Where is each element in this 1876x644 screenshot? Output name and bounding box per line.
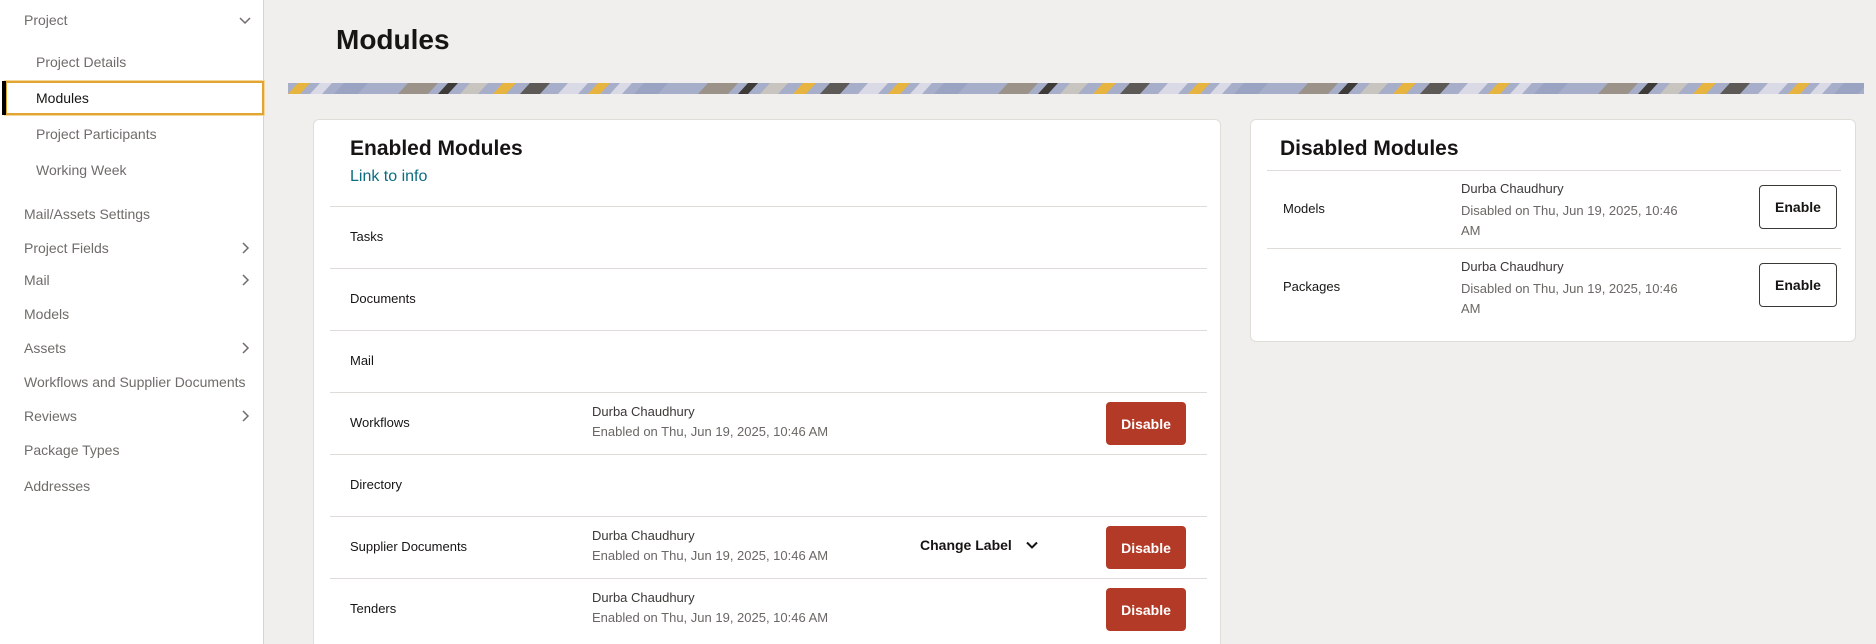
module-name: Directory [350,477,403,492]
page-title: Modules [336,24,450,55]
module-row-documents: Documents [330,268,1207,330]
sidebar-item-label: Project Details [36,54,127,70]
chevron-right-icon [242,274,250,286]
disable-button[interactable]: Disable [1106,402,1186,445]
sidebar-item-project-participants[interactable]: Project Participants [0,120,263,148]
module-row-workflows: Workflows Durba Chaudhury Enabled on Thu… [330,392,1207,454]
module-name: Tenders [350,601,397,616]
sidebar-item-label: Models [24,306,70,322]
sidebar-item-project[interactable]: Project [0,6,263,34]
sidebar-item-working-week[interactable]: Working Week [0,156,263,184]
sidebar-item-project-fields[interactable]: Project Fields [0,234,263,262]
sidebar-item-project-details[interactable]: Project Details [0,48,263,76]
change-label-text: Change Label [920,537,1012,553]
sidebar-item-label: Reviews [24,408,77,424]
module-name: Models [1283,201,1325,216]
module-row-packages: Packages Durba Chaudhury Disabled on Thu… [1267,248,1841,326]
disable-button[interactable]: Disable [1106,588,1186,631]
sidebar-item-label: Working Week [36,162,127,178]
disabled-modules-card: Disabled Modules Models Durba Chaudhury … [1250,119,1856,342]
sidebar-item-package-types[interactable]: Package Types [0,436,263,464]
module-row-models: Models Durba Chaudhury Disabled on Thu, … [1267,170,1841,248]
disabled-by: Durba Chaudhury [1461,259,1564,274]
link-to-info[interactable]: Link to info [350,168,427,186]
module-name: Supplier Documents [350,539,468,554]
enabled-by: Durba Chaudhury [592,404,695,419]
chevron-down-icon [239,17,251,25]
disabled-on: Disabled on Thu, Jun 19, 2025, 10:46 AM [1461,203,1678,238]
enable-button[interactable]: Enable [1759,185,1837,229]
disabled-by: Durba Chaudhury [1461,181,1564,196]
sidebar-item-label: Package Types [24,442,120,458]
sidebar-item-mail[interactable]: Mail [0,266,263,294]
module-name: Packages [1283,279,1341,294]
sidebar-item-label: Modules [36,90,89,106]
module-name: Mail [350,353,374,368]
sidebar-item-label: Mail [24,272,50,288]
sidebar-item-models[interactable]: Models [0,300,263,328]
sidebar-item-label: Project Participants [36,126,157,142]
disabled-modules-title: Disabled Modules [1280,137,1459,160]
sidebar-item-workflows-supplier-documents[interactable]: Workflows and Supplier Documents [0,368,263,396]
enabled-by: Durba Chaudhury [592,590,695,605]
enabled-on: Enabled on Thu, Jun 19, 2025, 10:46 AM [592,610,829,625]
change-label-menu[interactable]: Change Label [920,537,1040,553]
sidebar-item-label: Workflows and Supplier Documents [24,374,246,390]
module-name: Workflows [350,415,410,430]
sidebar-item-label: Addresses [24,478,91,494]
module-row-tasks: Tasks [330,206,1207,268]
module-row-mail: Mail [330,330,1207,392]
enabled-modules-card: Enabled Modules Link to info Tasks Docum… [313,119,1221,644]
disable-button[interactable]: Disable [1106,526,1186,569]
sidebar-item-label: Project Fields [24,240,109,256]
sidebar-item-label: Project [24,12,68,28]
sidebar-item-addresses[interactable]: Addresses [0,472,263,500]
module-row-directory: Directory [330,454,1207,516]
sidebar-item-label: Mail/Assets Settings [24,206,151,222]
sidebar: Project Project Details Modules Project … [0,0,264,644]
sidebar-item-assets[interactable]: Assets [0,334,263,362]
chevron-right-icon [242,242,250,254]
module-name: Documents [350,291,416,306]
enable-button[interactable]: Enable [1759,263,1837,307]
sidebar-item-label: Assets [24,340,67,356]
sidebar-item-modules[interactable]: Modules [2,81,264,115]
enabled-on: Enabled on Thu, Jun 19, 2025, 10:46 AM [592,424,829,439]
chevron-right-icon [242,342,250,354]
chevron-right-icon [242,410,250,422]
sidebar-item-reviews[interactable]: Reviews [0,402,263,430]
enabled-modules-title: Enabled Modules [350,137,523,160]
decorative-banner [288,83,1864,94]
module-row-supplier-documents: Supplier Documents Durba Chaudhury Enabl… [330,516,1207,578]
disabled-on: Disabled on Thu, Jun 19, 2025, 10:46 AM [1461,281,1678,316]
sidebar-item-mail-assets-settings[interactable]: Mail/Assets Settings [0,200,263,228]
module-name: Tasks [350,229,384,244]
enabled-on: Enabled on Thu, Jun 19, 2025, 10:46 AM [592,548,829,563]
module-row-tenders: Tenders Durba Chaudhury Enabled on Thu, … [330,578,1207,640]
enabled-by: Durba Chaudhury [592,528,695,543]
chevron-down-icon [1026,541,1038,549]
